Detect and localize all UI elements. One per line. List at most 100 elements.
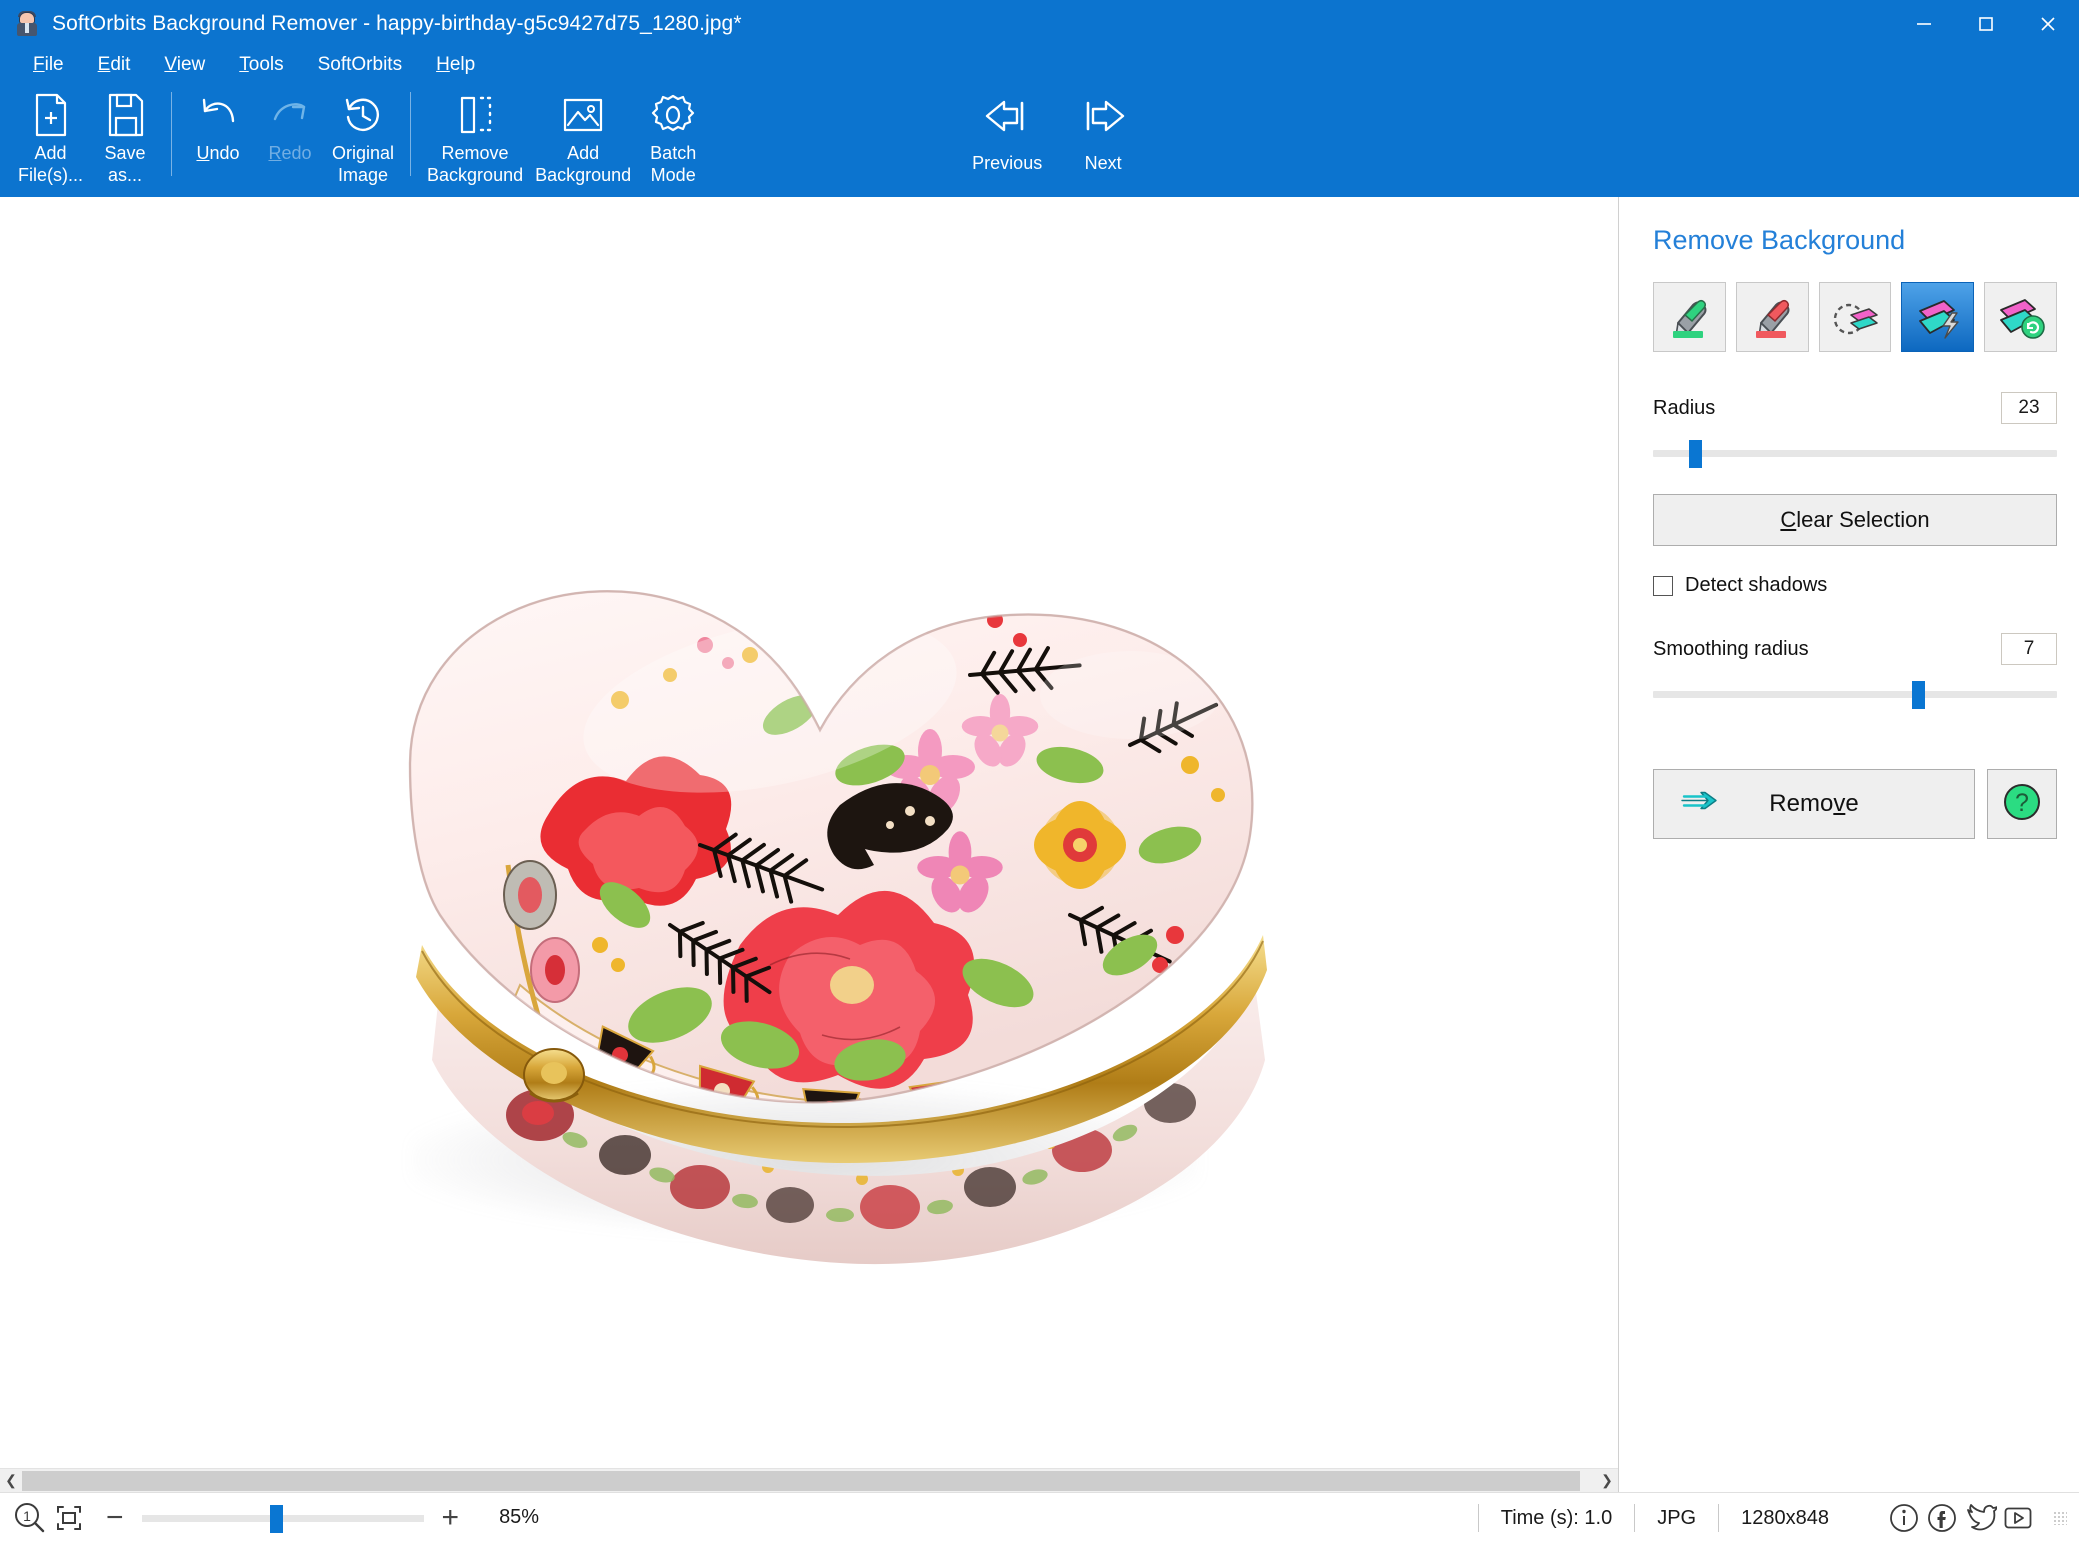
keep-marker-tool[interactable] (1653, 282, 1726, 352)
scroll-thumb[interactable] (22, 1470, 1581, 1491)
clear-selection-label: Clear Selection (1780, 507, 1930, 532)
toolbar-separator-2 (410, 92, 412, 176)
save-as-button[interactable]: Save as... (89, 82, 161, 186)
main-toolbar: Add File(s)... Save as... Undo Redo Orig… (0, 82, 2079, 197)
smoothing-slider-thumb[interactable] (1911, 681, 1925, 709)
radius-slider[interactable] (1653, 438, 2057, 468)
menu-edit[interactable]: Edit (81, 52, 148, 78)
save-as-label: Save as... (104, 143, 146, 185)
refresh-remove-tool[interactable] (1984, 282, 2057, 352)
status-dimensions: 1280x848 (1718, 1503, 1851, 1532)
undo-button[interactable]: Undo (182, 82, 254, 164)
add-file-icon (29, 90, 73, 140)
auto-remove-tool[interactable] (1901, 282, 1975, 352)
info-icon[interactable] (1887, 1501, 1921, 1535)
workspace: ❮ ❯ Remove Background Radius 23 Clear Se… (0, 197, 2079, 1492)
original-image-button[interactable]: Original Image (326, 82, 400, 186)
next-label: Next (1084, 153, 1122, 173)
smoothing-slider-track (1653, 691, 2057, 698)
scroll-right-icon[interactable]: ❯ (1596, 1469, 1618, 1493)
menu-file[interactable]: FFileile (16, 52, 81, 78)
batch-mode-label: Batch Mode (650, 143, 697, 185)
redo-icon (266, 90, 314, 140)
radius-slider-thumb[interactable] (1689, 440, 1703, 468)
remove-button-label: Remove (1769, 790, 1859, 817)
window-controls (1893, 0, 2079, 48)
zoom-slider-thumb[interactable] (269, 1504, 283, 1533)
remove-background-button[interactable]: Remove Background (421, 82, 529, 186)
heart-box-graphic (370, 515, 1300, 1275)
menu-help[interactable]: Help (419, 52, 492, 78)
title-bar: SoftOrbits Background Remover - happy-bi… (0, 0, 2079, 48)
minimize-icon[interactable] (1893, 0, 1955, 48)
remove-marker-tool[interactable] (1735, 282, 1809, 352)
lightning-layers-icon (1912, 293, 1964, 341)
refresh-layers-icon (1995, 293, 2047, 341)
next-button[interactable]: Next (1055, 82, 1151, 174)
maximize-icon[interactable] (1955, 0, 2017, 48)
horizontal-scrollbar[interactable]: ❮ ❯ (0, 1468, 1618, 1492)
remove-background-label: Remove Background (427, 143, 524, 185)
detect-shadows-row[interactable]: Detect shadows (1653, 574, 2057, 597)
remove-background-panel: Remove Background Radius 23 Clear Select… (1619, 197, 2079, 1492)
detect-shadows-label: Detect shadows (1685, 574, 1828, 596)
detect-shadows-checkbox[interactable] (1653, 575, 1673, 596)
image-canvas[interactable] (0, 197, 1618, 1468)
trinket-box-image (370, 515, 1300, 1275)
red-marker-icon (1747, 293, 1797, 341)
add-files-button[interactable]: Add File(s)... (12, 82, 89, 186)
status-bar: 1 − + 85% Time (s): 1.0 JPG 1280x848 (0, 1492, 2079, 1542)
magic-wand-select-tool[interactable] (1818, 282, 1892, 352)
remove-background-icon (452, 90, 498, 140)
add-files-label: Add File(s)... (18, 143, 83, 185)
previous-button[interactable]: Previous (959, 82, 1055, 174)
tool-button-row (1653, 282, 2057, 352)
smoothing-field-row: Smoothing radius 7 (1653, 633, 2057, 665)
zoom-1to1-icon[interactable]: 1 (12, 1501, 46, 1535)
zoom-slider-track (141, 1514, 424, 1522)
smoothing-radius-label: Smoothing radius (1653, 637, 1809, 660)
action-row: Remove ? (1653, 769, 2057, 839)
close-icon[interactable] (2017, 0, 2079, 48)
smoothing-radius-value[interactable]: 7 (2001, 633, 2057, 665)
remove-button[interactable]: Remove (1653, 769, 1975, 839)
youtube-icon[interactable] (2001, 1501, 2035, 1535)
zoom-in-button[interactable]: + (428, 1502, 474, 1533)
smoothing-radius-slider[interactable] (1653, 679, 2057, 709)
zoom-slider[interactable] (141, 1503, 424, 1533)
previous-label: Previous (972, 153, 1043, 173)
menu-tools[interactable]: Tools (222, 52, 300, 78)
next-arrow-icon (1076, 92, 1130, 142)
batch-mode-gear-icon (650, 90, 696, 140)
zoom-out-button[interactable]: − (92, 1502, 138, 1533)
panel-title: Remove Background (1653, 225, 1906, 255)
navigation-group: Previous Next (959, 82, 1151, 174)
status-time: Time (s): 1.0 (1477, 1503, 1635, 1532)
history-clock-icon (340, 90, 386, 140)
svg-text:?: ? (2015, 789, 2029, 817)
undo-icon (194, 90, 242, 140)
twitter-icon[interactable] (1963, 1501, 1997, 1535)
canvas-area: ❮ ❯ (0, 197, 1619, 1492)
fit-to-window-icon[interactable] (52, 1501, 86, 1535)
redo-button[interactable]: Redo (254, 82, 326, 164)
save-as-icon (103, 90, 147, 140)
menu-view[interactable]: View (147, 52, 222, 78)
zoom-percent: 85% (499, 1506, 540, 1528)
clear-selection-button[interactable]: Clear Selection (1653, 494, 2057, 546)
redo-label: Redo (268, 143, 312, 163)
menu-softorbits[interactable]: SoftOrbits (301, 52, 419, 78)
previous-arrow-icon (980, 92, 1034, 142)
scroll-track[interactable] (22, 1469, 1596, 1492)
batch-mode-button[interactable]: Batch Mode (637, 82, 709, 186)
scroll-left-icon[interactable]: ❮ (0, 1469, 22, 1493)
undo-label: Undo (196, 143, 240, 163)
resize-grip[interactable] (2053, 1510, 2067, 1525)
help-button[interactable]: ? (1987, 769, 2057, 839)
green-marker-icon (1664, 293, 1714, 341)
add-background-button[interactable]: Add Background (529, 82, 637, 186)
radius-field-row: Radius 23 (1653, 392, 2057, 424)
radius-value[interactable]: 23 (2001, 392, 2057, 424)
facebook-icon[interactable] (1925, 1501, 1959, 1535)
menu-bar: FFileile Edit View Tools SoftOrbits Help (0, 48, 2079, 82)
